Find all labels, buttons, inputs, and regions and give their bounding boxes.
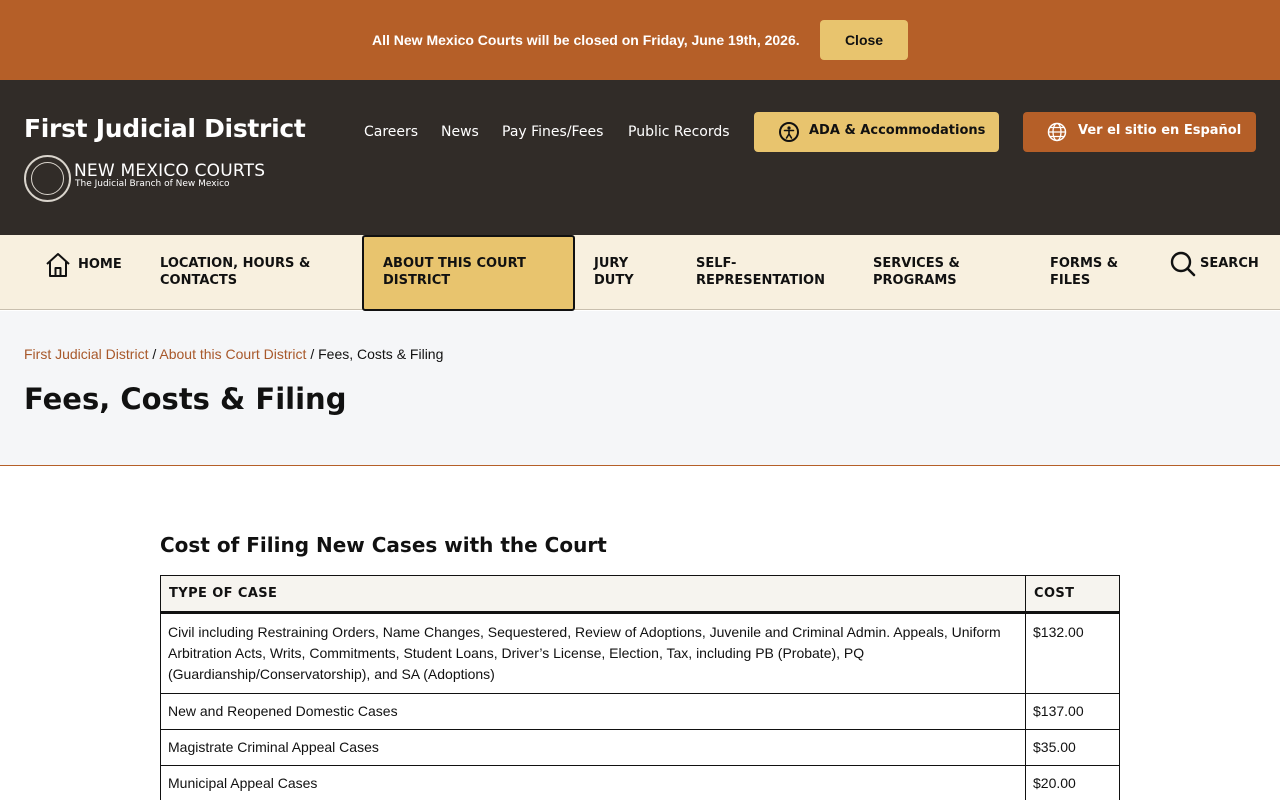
main-nav: HOME LOCATION, HOURS & CONTACTS ABOUT TH…: [0, 235, 1280, 311]
public-records-link[interactable]: Public Records: [628, 124, 730, 140]
column-header-type: TYPE OF CASE: [160, 575, 1026, 614]
breadcrumb-current: Fees, Costs & Filing: [318, 346, 444, 362]
spanish-site-button[interactable]: Ver el sitio en Español: [1023, 112, 1256, 152]
site-header: First Judicial District NEW MEXICO COURT…: [0, 80, 1280, 235]
news-link[interactable]: News: [441, 124, 479, 140]
breadcrumb-link-about[interactable]: About this Court District: [159, 346, 306, 362]
case-type-cell: Magistrate Criminal Appeal Cases: [160, 729, 1026, 766]
nav-self-representation[interactable]: SELF-REPRESENTATION: [696, 255, 836, 289]
ada-accommodations-button[interactable]: ADA & Accommodations: [754, 112, 999, 152]
case-type-cell: New and Reopened Domestic Cases: [160, 693, 1026, 730]
cost-cell: $35.00: [1025, 729, 1120, 766]
alert-message: All New Mexico Courts will be closed on …: [372, 32, 800, 48]
cost-cell: $137.00: [1025, 693, 1120, 730]
close-alert-button[interactable]: Close: [820, 20, 908, 60]
cost-cell: $20.00: [1025, 765, 1120, 800]
nav-search[interactable]: SEARCH: [1200, 255, 1259, 272]
logo-title: NEW MEXICO COURTS: [74, 161, 266, 181]
case-type-cell: Civil including Restraining Orders, Name…: [160, 612, 1026, 694]
search-icon[interactable]: [1170, 251, 1196, 277]
ada-label: ADA & Accommodations: [809, 123, 986, 138]
breadcrumb-separator: /: [310, 346, 315, 362]
logo-subtitle: The Judicial Branch of New Mexico: [75, 179, 230, 189]
nav-about-court-district[interactable]: ABOUT THIS COURT DISTRICT: [383, 255, 553, 289]
globe-icon: [1047, 122, 1067, 142]
nav-services-programs[interactable]: SERVICES & PROGRAMS: [873, 255, 993, 289]
cost-cell: $132.00: [1025, 612, 1120, 694]
page-header: First Judicial District / About this Cou…: [0, 311, 1280, 466]
accessibility-icon: [779, 122, 799, 142]
fees-table: TYPE OF CASE COST Civil including Restra…: [160, 575, 1120, 800]
site-title-link[interactable]: First Judicial District: [24, 114, 306, 143]
section-heading: Cost of Filing New Cases with the Court: [160, 533, 607, 557]
table-row: Municipal Appeal Cases $20.00: [160, 765, 1120, 800]
page-title: Fees, Costs & Filing: [24, 382, 347, 416]
breadcrumb-link-home[interactable]: First Judicial District: [24, 346, 148, 362]
nav-home[interactable]: HOME: [78, 256, 122, 273]
table-row: Civil including Restraining Orders, Name…: [160, 612, 1120, 694]
table-row: Magistrate Criminal Appeal Cases $35.00: [160, 729, 1120, 766]
breadcrumb: First Judicial District / About this Cou…: [24, 346, 443, 362]
pay-fines-link[interactable]: Pay Fines/Fees: [502, 124, 603, 140]
nav-forms-files[interactable]: FORMS & FILES: [1050, 255, 1140, 289]
breadcrumb-separator: /: [152, 346, 157, 362]
column-header-cost: COST: [1025, 575, 1120, 614]
alert-banner: All New Mexico Courts will be closed on …: [0, 0, 1280, 80]
spanish-label: Ver el sitio en Español: [1078, 123, 1242, 138]
table-row: New and Reopened Domestic Cases $137.00: [160, 693, 1120, 730]
nav-location-hours-contacts[interactable]: LOCATION, HOURS & CONTACTS: [160, 255, 330, 289]
court-seal-icon: [24, 155, 71, 202]
table-header-row: TYPE OF CASE COST: [160, 575, 1120, 614]
careers-link[interactable]: Careers: [364, 124, 418, 140]
home-icon[interactable]: [44, 251, 72, 279]
nav-jury-duty[interactable]: JURY DUTY: [594, 255, 654, 289]
case-type-cell: Municipal Appeal Cases: [160, 765, 1026, 800]
